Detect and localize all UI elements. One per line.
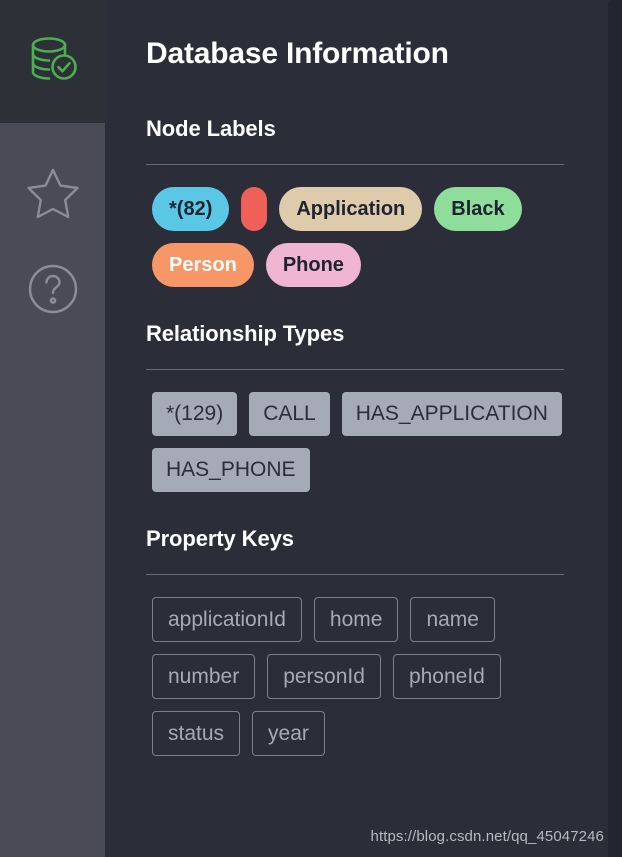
left-rail	[0, 0, 105, 857]
node-label-chip-list: *(82) Application Black Person Phone	[146, 165, 566, 287]
relationship-types-chip[interactable]: HAS_APPLICATION	[341, 391, 562, 436]
section-title-property-keys: Property Keys	[146, 525, 294, 551]
section-divider	[146, 573, 564, 575]
node-labels-chip[interactable]: Person	[152, 242, 254, 287]
watermark: https://blog.csdn.net/qq_45047246	[370, 828, 604, 845]
rail-item-help[interactable]	[0, 241, 105, 337]
section-divider	[146, 163, 564, 165]
main-content: Database Information Node Labels *(82) Ap…	[105, 0, 622, 857]
property-keys-chip[interactable]: phoneId	[392, 653, 501, 699]
property-keys-chip[interactable]: name	[410, 596, 495, 642]
section-title-node-labels: Node Labels	[146, 115, 276, 141]
database-check-icon	[25, 32, 81, 93]
section-relationship-types: Relationship Types *(129) CALL HAS_APPLICA…	[146, 321, 578, 492]
property-key-chip-list: applicationId home name number personId phone…	[146, 575, 566, 756]
property-keys-chip[interactable]: applicationId	[152, 596, 302, 642]
section-divider	[146, 368, 564, 370]
rail-item-favorites[interactable]	[0, 145, 105, 241]
property-keys-chip[interactable]: number	[152, 653, 256, 699]
node-labels-chip[interactable]	[241, 186, 268, 231]
right-gutter	[608, 0, 622, 857]
property-keys-chip[interactable]: year	[252, 710, 325, 756]
property-keys-chip[interactable]: home	[313, 596, 399, 642]
database-information-panel: Database Information Node Labels *(82) Ap…	[0, 0, 622, 857]
relationship-types-chip[interactable]: HAS_PHONE	[152, 447, 310, 492]
page-title: Database Information	[146, 37, 449, 70]
property-keys-chip[interactable]: status	[152, 710, 241, 756]
node-labels-chip[interactable]: Phone	[265, 242, 361, 287]
relationship-types-chip[interactable]: CALL	[249, 391, 330, 436]
node-labels-chip[interactable]: Application	[279, 186, 423, 231]
app-logo[interactable]	[0, 28, 105, 96]
property-keys-chip[interactable]: personId	[267, 653, 381, 699]
node-labels-chip[interactable]: *(82)	[152, 186, 230, 231]
section-title-relationship-types: Relationship Types	[146, 320, 345, 346]
relationship-types-chip[interactable]: *(129)	[152, 391, 238, 436]
section-property-keys: Property Keys applicationId home name numbe…	[146, 526, 578, 756]
relationship-type-chip-list: *(129) CALL HAS_APPLICATION HAS_PHONE	[146, 370, 566, 492]
star-icon	[24, 165, 82, 221]
section-node-labels: Node Labels *(82) Application Black Person P…	[146, 116, 578, 287]
question-circle-icon	[25, 261, 81, 317]
rail-nav	[0, 123, 105, 857]
node-labels-chip[interactable]: Black	[434, 186, 522, 231]
